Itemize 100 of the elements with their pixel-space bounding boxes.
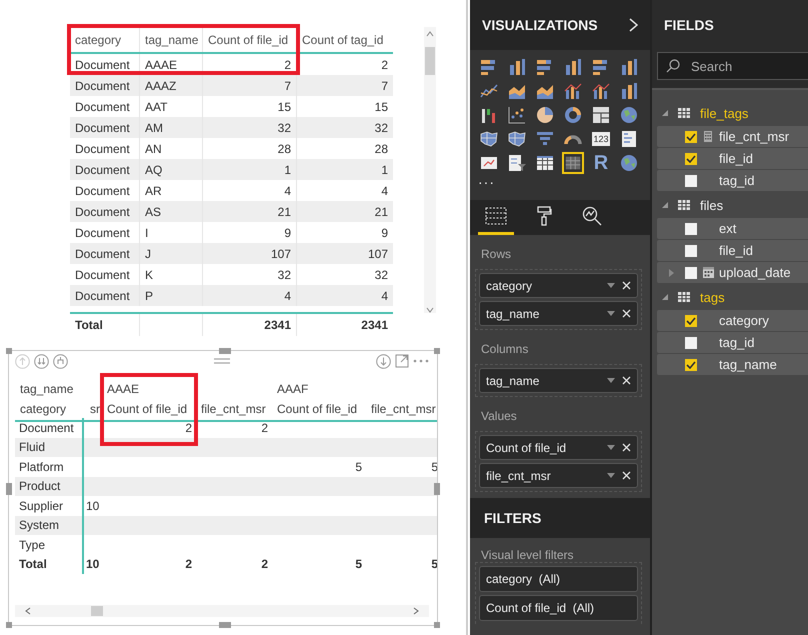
- scroll-thumb[interactable]: [91, 606, 103, 616]
- column-group-header[interactable]: AAAF: [272, 379, 437, 398]
- column-header[interactable]: Count of tag_id: [297, 27, 393, 52]
- table-cell: AS: [140, 201, 203, 222]
- table-cell-text: 4: [380, 182, 389, 200]
- field-pill[interactable]: category: [479, 273, 638, 298]
- table-node[interactable]: files: [652, 194, 808, 216]
- checkbox[interactable]: [685, 314, 697, 326]
- field-item[interactable]: tag_id: [657, 170, 808, 191]
- expand-caret-icon[interactable]: [662, 110, 668, 116]
- paint-roller-icon: [536, 206, 552, 226]
- resize-handle[interactable]: [219, 622, 231, 628]
- checkbox[interactable]: [685, 358, 697, 370]
- table-icon: [678, 292, 690, 302]
- field-item[interactable]: file_id: [657, 240, 808, 261]
- caret-icon[interactable]: [607, 473, 615, 478]
- column-header[interactable]: Count of file_id: [203, 27, 297, 52]
- checkbox[interactable]: [685, 266, 697, 278]
- field-item[interactable]: upload_date: [657, 262, 808, 283]
- table-cell-text: 107: [366, 246, 389, 262]
- column-header[interactable]: file_cnt_msr: [196, 398, 272, 422]
- column-header[interactable]: tag_name: [140, 27, 203, 52]
- caret-icon[interactable]: [607, 283, 615, 288]
- column-header[interactable]: file_cnt_msr: [366, 398, 437, 422]
- slicer-visual-icon[interactable]: [506, 152, 528, 174]
- horizontal-scrollbar[interactable]: [15, 605, 429, 617]
- treemap-visual-icon[interactable]: [590, 104, 612, 126]
- checkbox[interactable]: [685, 222, 697, 234]
- table-node[interactable]: file_tags: [652, 102, 808, 124]
- resize-handle[interactable]: [6, 622, 12, 628]
- row-header-label: category: [15, 398, 82, 422]
- scroll-up-icon[interactable]: [426, 31, 434, 37]
- caret-icon[interactable]: [607, 445, 615, 450]
- table-cell: J: [140, 243, 203, 264]
- column-header[interactable]: Count of file_id: [272, 398, 366, 422]
- column-header[interactable]: sr: [82, 398, 102, 422]
- expand-down-icon[interactable]: [34, 354, 49, 368]
- resize-handle[interactable]: [434, 348, 440, 354]
- field-item[interactable]: file_id: [657, 148, 808, 169]
- download-icon[interactable]: [376, 354, 391, 368]
- resize-handle[interactable]: [6, 483, 12, 495]
- scroll-thumb[interactable]: [425, 47, 435, 75]
- scroll-left-icon[interactable]: [25, 607, 31, 615]
- close-icon[interactable]: [622, 281, 631, 290]
- globe-visual-icon[interactable]: [618, 104, 640, 126]
- field-item[interactable]: file_cnt_msr: [657, 126, 808, 147]
- vertical-scrollbar[interactable]: [424, 27, 436, 313]
- field-pill[interactable]: file_cnt_msr: [479, 463, 638, 488]
- caret-icon[interactable]: [607, 311, 615, 316]
- expand-caret-icon[interactable]: [662, 202, 668, 208]
- row-header[interactable]: Type: [15, 535, 82, 554]
- field-pill[interactable]: tag_name: [479, 368, 638, 393]
- pie-visual-icon[interactable]: [534, 104, 556, 126]
- fork-icon[interactable]: [53, 354, 68, 368]
- scroll-down-icon[interactable]: [426, 307, 434, 313]
- field-pill[interactable]: tag_name: [479, 301, 638, 326]
- checkbox[interactable]: [685, 244, 697, 256]
- row-header[interactable]: Product: [15, 476, 82, 496]
- drag-handle-icon[interactable]: [214, 358, 230, 364]
- donut-visual-icon[interactable]: [562, 104, 584, 126]
- search-field[interactable]: Search: [657, 52, 808, 80]
- column-header[interactable]: category: [70, 27, 140, 52]
- more-visuals[interactable]: ···: [478, 175, 495, 189]
- column-group-header[interactable]: AAAE: [102, 379, 272, 398]
- filter-pill[interactable]: Count of file_id (All): [479, 595, 638, 621]
- scroll-right-icon[interactable]: [413, 607, 419, 615]
- focus-mode-icon[interactable]: [395, 354, 409, 368]
- column-header[interactable]: Count of file_id: [102, 398, 196, 422]
- table-cell-text: 2: [380, 56, 389, 74]
- resize-handle[interactable]: [219, 348, 231, 354]
- more-options-icon[interactable]: [413, 359, 429, 363]
- field-pill[interactable]: Count of file_id: [479, 435, 638, 460]
- table-node[interactable]: tags: [652, 286, 808, 308]
- checkbox[interactable]: [685, 130, 697, 142]
- resize-handle[interactable]: [434, 622, 440, 628]
- checkbox[interactable]: [685, 174, 697, 186]
- expand-caret-icon[interactable]: [662, 294, 668, 300]
- scatter-visual-icon[interactable]: [506, 104, 528, 126]
- row-header[interactable]: Supplier: [15, 496, 82, 516]
- row-header[interactable]: Fluid: [15, 438, 82, 457]
- field-item[interactable]: tag_id: [657, 332, 808, 353]
- caret-icon[interactable]: [607, 378, 615, 383]
- field-item[interactable]: ext: [657, 218, 808, 239]
- close-icon[interactable]: [622, 443, 631, 452]
- resize-handle[interactable]: [434, 483, 440, 495]
- close-icon[interactable]: [622, 376, 631, 385]
- close-icon[interactable]: [622, 309, 631, 318]
- checkbox[interactable]: [685, 152, 697, 164]
- resize-handle[interactable]: [6, 348, 12, 354]
- row-header[interactable]: System: [15, 516, 82, 535]
- close-icon[interactable]: [622, 471, 631, 480]
- field-item[interactable]: tag_name: [657, 354, 808, 375]
- matrix-visual-icon[interactable]: [562, 152, 584, 174]
- r-visual-icon[interactable]: R: [590, 152, 612, 174]
- row-header[interactable]: Platform: [15, 457, 82, 476]
- globe-visual-icon[interactable]: [618, 152, 640, 174]
- checkbox[interactable]: [685, 336, 697, 348]
- filter-pill[interactable]: category (All): [479, 566, 638, 592]
- chevron-right-icon[interactable]: [629, 18, 638, 32]
- field-item[interactable]: category: [657, 310, 808, 331]
